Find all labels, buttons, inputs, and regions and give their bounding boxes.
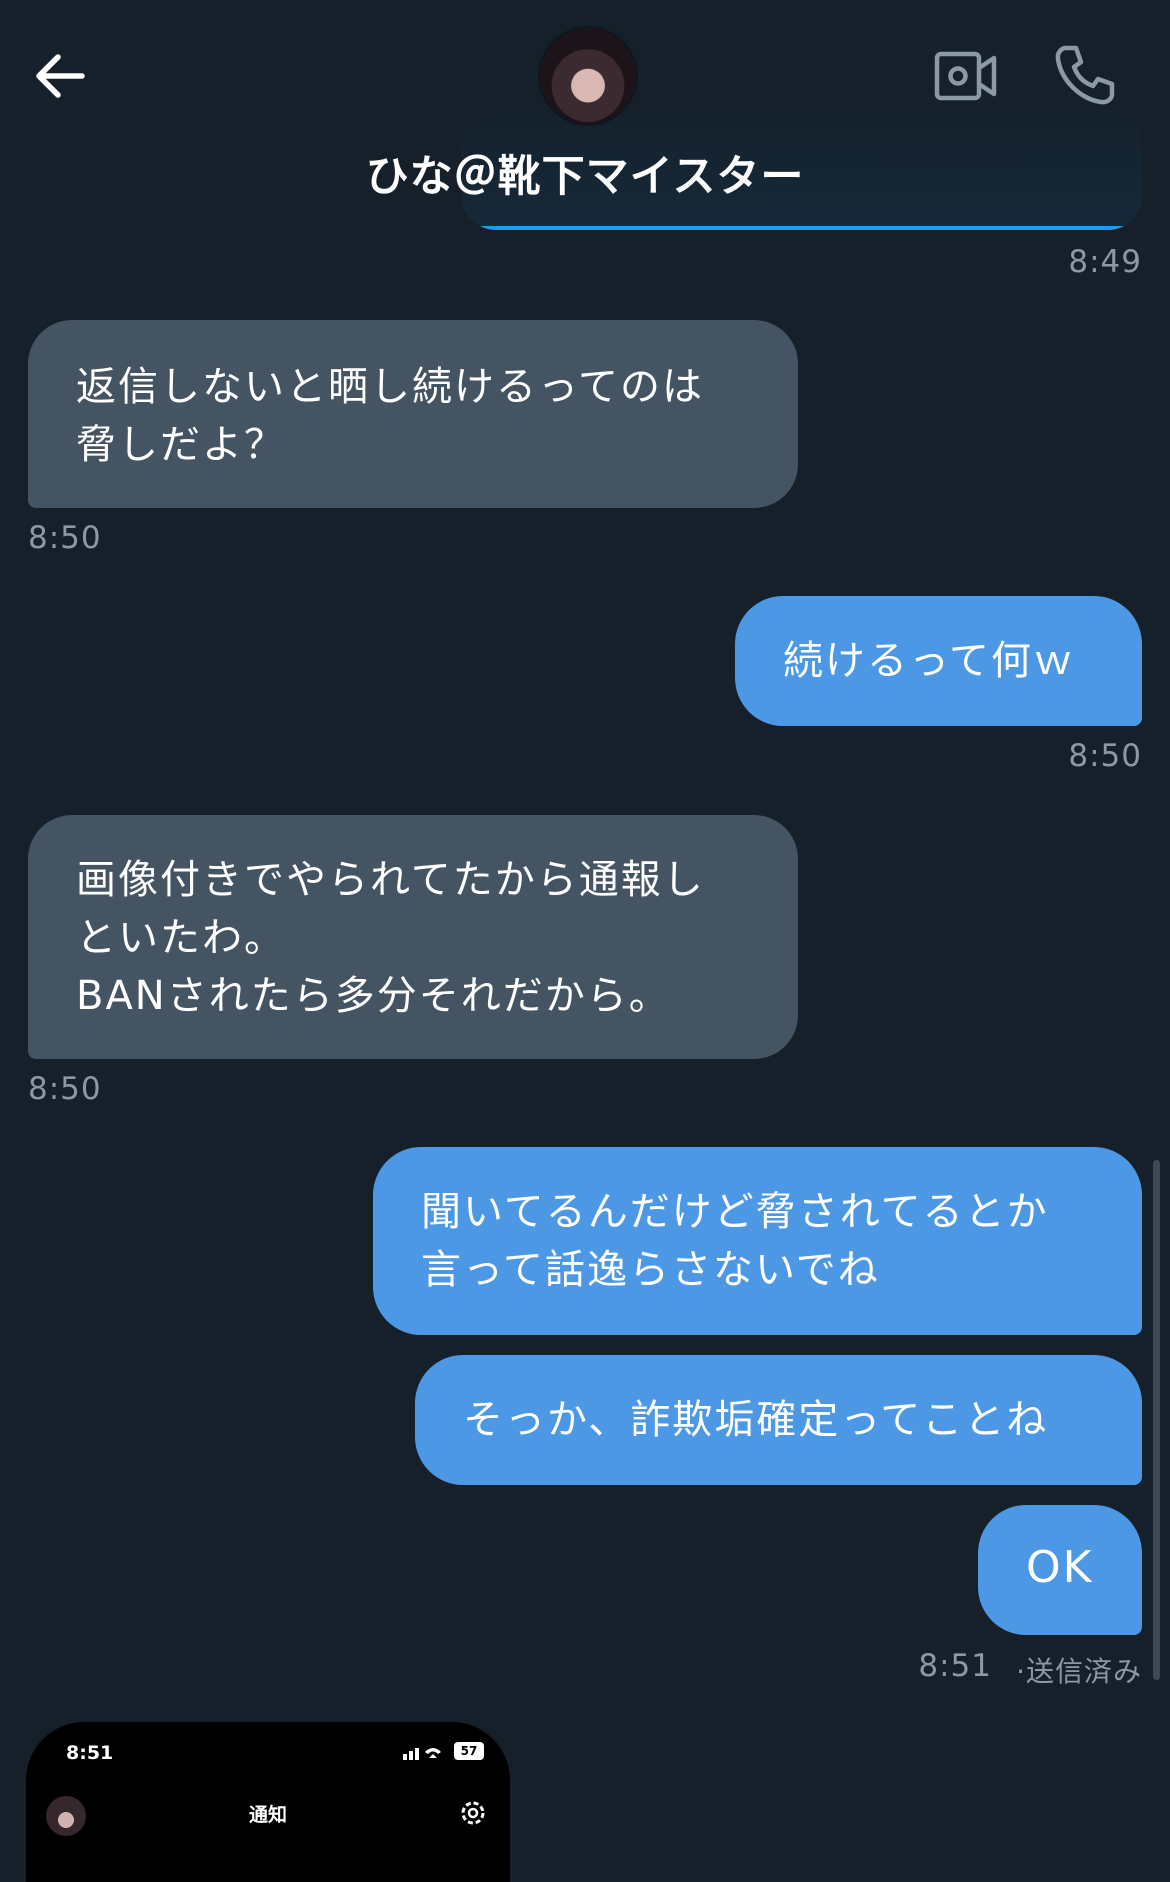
- incoming-message-bubble[interactable]: 返信しないと晒し続けるってのは 脅しだよ？: [28, 320, 798, 508]
- signal-wifi-icon: [403, 1744, 449, 1764]
- back-arrow-icon[interactable]: [30, 45, 92, 107]
- battery-icon: 57: [454, 1742, 484, 1760]
- status-bar-time: 8:51: [66, 1742, 114, 1764]
- video-camera-icon[interactable]: [934, 50, 998, 102]
- screenshot-title: 通知: [248, 1804, 287, 1826]
- outgoing-message-bubble[interactable]: 続けるって何ｗ: [735, 596, 1142, 726]
- message-timestamp: 8:50: [28, 1071, 102, 1107]
- scrollbar[interactable]: [1153, 1160, 1160, 1680]
- phone-icon[interactable]: [1052, 42, 1118, 108]
- gear-icon: [458, 1798, 488, 1828]
- message-timestamp: 8:51: [918, 1648, 992, 1684]
- outgoing-message-bubble[interactable]: そっか、詐欺垢確定ってことね: [415, 1355, 1142, 1485]
- outgoing-message-bubble[interactable]: OK: [978, 1505, 1142, 1635]
- conversation-title[interactable]: ひな＠靴下マイスター: [0, 142, 1170, 204]
- message-timestamp: 8:50: [1068, 738, 1142, 774]
- outgoing-message-bubble[interactable]: 聞いてるんだけど脅されてるとか 言って話逸らさないでね: [373, 1147, 1142, 1335]
- incoming-message-bubble[interactable]: 画像付きでやられてたから通報し といたわ。 BANされたら多分それだから。: [28, 815, 798, 1059]
- avatar[interactable]: [538, 26, 638, 126]
- attached-screenshot-image[interactable]: 8:51 57 通知: [26, 1722, 510, 1882]
- message-timestamp: 8:50: [28, 520, 102, 556]
- sent-status: ·送信済み: [1016, 1655, 1142, 1688]
- message-timestamp: 8:49: [1068, 244, 1142, 280]
